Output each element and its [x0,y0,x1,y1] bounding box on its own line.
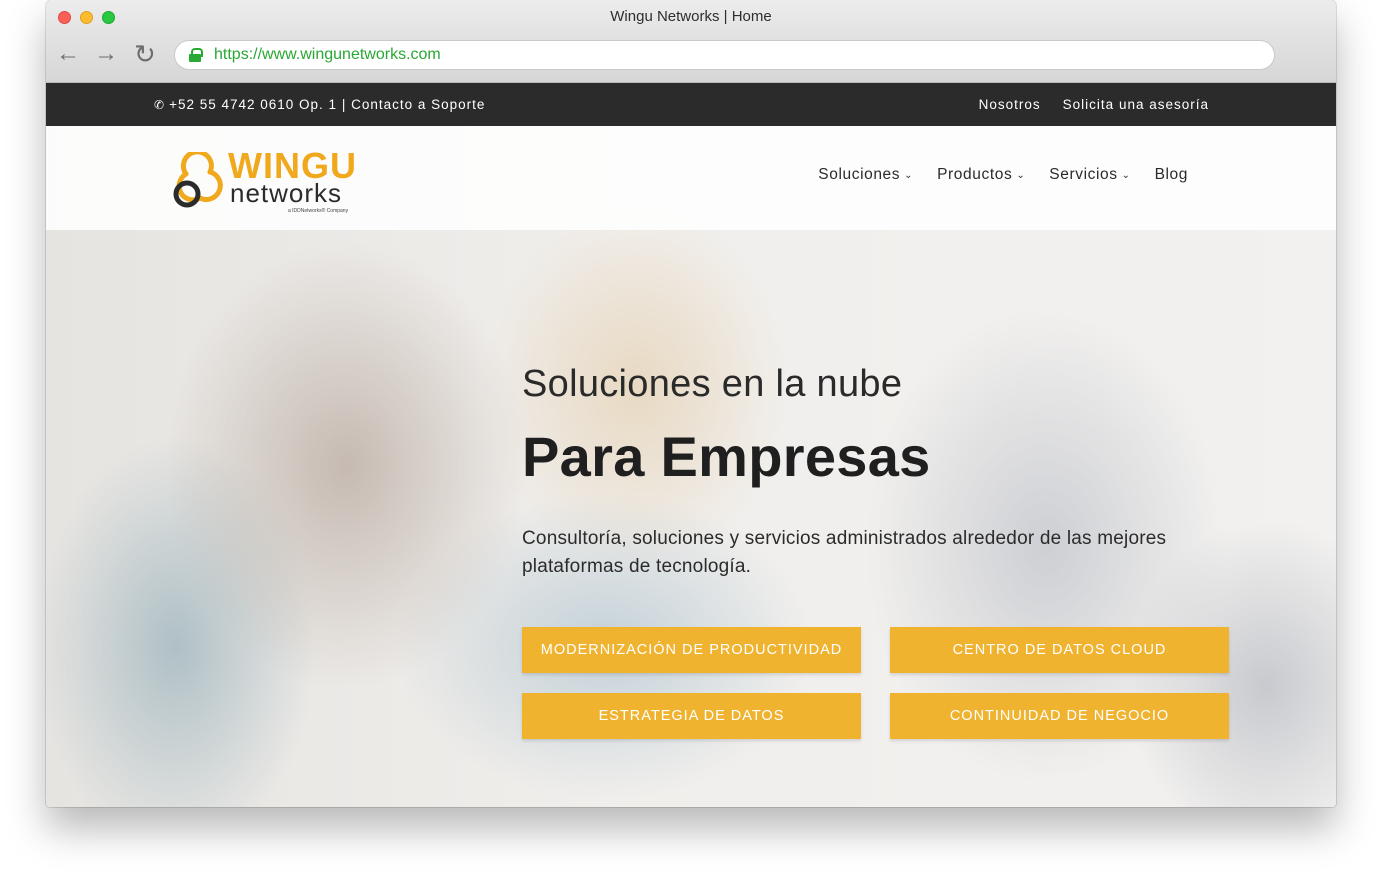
continuidad-negocio-button[interactable]: CONTINUIDAD DE NEGOCIO [890,693,1229,739]
cloud-logo-icon [173,152,223,208]
wingu-logo[interactable]: WINGU networks a IDDNetworks® Company [170,148,360,214]
forward-arrow-icon[interactable]: → [94,42,118,66]
nav-soluciones[interactable]: Soluciones ⌄ [818,166,913,184]
reload-icon[interactable]: ↻ [134,41,156,67]
site-header: WINGU networks a IDDNetworks® Company So… [46,126,1336,230]
centro-datos-cloud-button[interactable]: CENTRO DE DATOS CLOUD [890,627,1229,673]
address-bar[interactable]: https://www.wingunetworks.com [174,40,1275,70]
chevron-down-icon: ⌄ [904,169,914,181]
lock-icon [189,48,203,62]
back-arrow-icon[interactable]: ← [56,42,80,66]
nav-blog-label: Blog [1154,166,1188,183]
nav-blog[interactable]: Blog [1155,166,1188,184]
window-title: Wingu Networks | Home [610,8,772,25]
hero-content: Soluciones en la nube Para Empresas Cons… [522,363,1282,581]
nav-productos-label: Productos [937,166,1013,183]
nav-productos[interactable]: Productos ⌄ [937,166,1025,184]
nav-servicios-label: Servicios [1049,166,1118,183]
estrategia-datos-button[interactable]: ESTRATEGIA DE DATOS [522,693,861,739]
chevron-down-icon: ⌄ [1121,169,1131,181]
top-links: Nosotros Solicita una asesoría [979,97,1209,112]
url-text[interactable]: https://www.wingunetworks.com [214,46,441,64]
top-contact-bar: ✆ +52 55 4742 0610 Op. 1 | Contacto a So… [46,83,1336,126]
web-page: ✆ +52 55 4742 0610 Op. 1 | Contacto a So… [46,83,1336,807]
phone-icon: ✆ [154,97,166,112]
link-nosotros[interactable]: Nosotros [979,97,1041,112]
support-contact-text[interactable]: +52 55 4742 0610 Op. 1 | Contacto a Sopo… [169,97,485,112]
nav-servicios[interactable]: Servicios ⌄ [1049,166,1130,184]
nav-soluciones-label: Soluciones [818,166,901,183]
hero-buttons: MODERNIZACIÓN DE PRODUCTIVIDAD CENTRO DE… [522,627,1229,739]
browser-window: Wingu Networks | Home ← → ↻ https://www.… [46,0,1336,807]
support-contact[interactable]: ✆ +52 55 4742 0610 Op. 1 | Contacto a So… [154,97,485,112]
hero-description: Consultoría, soluciones y servicios admi… [522,528,1167,577]
chevron-down-icon: ⌄ [1016,169,1026,181]
modernizacion-productividad-button[interactable]: MODERNIZACIÓN DE PRODUCTIVIDAD [522,627,861,673]
logo-tagline: a IDDNetworks® Company [288,208,349,214]
browser-toolbar: Wingu Networks | Home ← → ↻ https://www.… [46,0,1336,83]
main-navigation: Soluciones ⌄ Productos ⌄ Servicios ⌄ Blo… [818,166,1188,184]
logo-wordmark-networks: networks [230,178,343,208]
hero-title: Para Empresas [522,425,931,488]
hero-subtitle: Soluciones en la nube [522,363,903,405]
link-solicita-asesoria[interactable]: Solicita una asesoría [1063,97,1209,112]
